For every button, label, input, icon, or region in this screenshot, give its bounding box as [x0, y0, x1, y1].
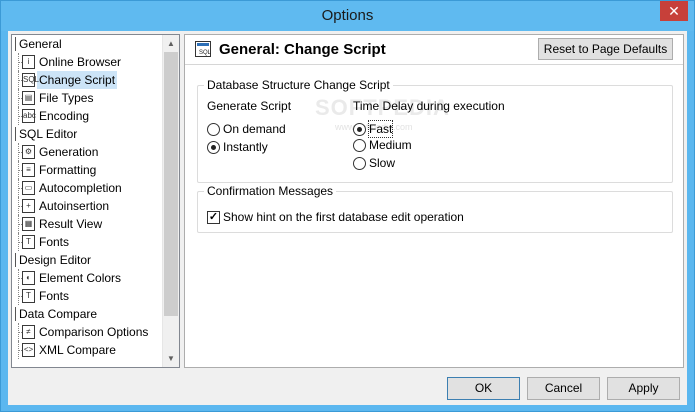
tree-item[interactable]: T Fonts	[12, 233, 162, 251]
radio-slow[interactable]: Slow	[353, 155, 395, 171]
close-button[interactable]: ✕	[660, 1, 688, 21]
change-script-icon: SQL	[22, 73, 39, 87]
tree-item-label: Encoding	[39, 109, 90, 123]
radio-on-demand[interactable]: On demand	[207, 121, 286, 137]
tree-item-label: Autocompletion	[39, 181, 122, 195]
formatting-icon: ≡	[22, 163, 35, 177]
radio-button-icon	[353, 157, 366, 170]
fonts-icon: T	[22, 235, 35, 249]
confirmation-messages-label: Confirmation Messages	[204, 184, 337, 198]
radio-label: Instantly	[223, 140, 268, 154]
tree-item-label: Fonts	[39, 235, 70, 249]
tree-item[interactable]: abc Encoding	[12, 107, 162, 125]
scroll-up-arrow-icon[interactable]: ▲	[163, 35, 179, 52]
tree-item[interactable]: ≠ Comparison Options	[12, 323, 162, 341]
time-delay-label: Time Delay during execution	[353, 99, 505, 113]
reset-to-defaults-button[interactable]: Reset to Page Defaults	[538, 38, 673, 60]
panel-title: General: Change Script	[219, 41, 386, 58]
online-browser-icon: i	[22, 55, 35, 69]
tree-item-label: Fonts	[39, 289, 70, 303]
tree-item-label: Element Colors	[39, 271, 122, 285]
tree-item[interactable]: <> XML Compare	[12, 341, 162, 359]
tree-item[interactable]: ▦ Result View	[12, 215, 162, 233]
show-hint-label: Show hint on the first database edit ope…	[223, 210, 464, 224]
result-view-icon: ▦	[22, 217, 35, 231]
settings-panel: SQL General: Change Script Reset to Page…	[184, 34, 684, 368]
tree-item-label: General	[19, 37, 62, 51]
tree-scrollbar[interactable]: ▲ ▼	[162, 35, 179, 367]
options-tree: General i Online Browser SQL Change Script ▤ F…	[11, 34, 180, 368]
radio-instantly[interactable]: Instantly	[207, 139, 268, 155]
radio-medium[interactable]: Medium	[353, 137, 412, 153]
scroll-thumb[interactable]	[164, 52, 178, 316]
radio-button-icon	[207, 141, 220, 154]
tree-item-label: Design Editor	[19, 253, 92, 267]
tree-item-label: XML Compare	[39, 343, 116, 357]
tree-category[interactable]: Data Compare	[12, 305, 162, 323]
tree-category-marker	[15, 127, 16, 141]
comparison-options-icon: ≠	[22, 325, 35, 339]
fonts-icon: T	[22, 289, 35, 303]
radio-button-icon	[353, 139, 366, 152]
tree-item[interactable]: ▤ File Types	[12, 89, 162, 107]
change-script-icon: SQL	[195, 41, 211, 57]
autocompletion-icon: ▭	[22, 181, 35, 195]
tree-item-label: Online Browser	[39, 55, 122, 69]
change-script-group-label: Database Structure Change Script	[204, 78, 393, 92]
radio-label: Fast	[367, 120, 394, 138]
tree-item-label: SQL Editor	[19, 127, 78, 141]
tree-category[interactable]: General	[12, 35, 162, 53]
radio-label: Slow	[369, 156, 396, 170]
generation-icon: ⚙	[22, 145, 35, 159]
title-bar: Options ✕	[1, 1, 694, 31]
scroll-down-arrow-icon[interactable]: ▼	[163, 350, 179, 367]
cancel-button[interactable]: Cancel	[527, 377, 600, 400]
generate-script-label: Generate Script	[207, 99, 292, 113]
tree-category[interactable]: SQL Editor	[12, 125, 162, 143]
radio-label: On demand	[223, 122, 286, 136]
radio-fast[interactable]: Fast	[353, 120, 394, 138]
show-hint-checkbox[interactable]: ✓ Show hint on the first database edit o…	[207, 209, 464, 225]
confirmation-messages-group: Confirmation Messages ✓ Show hint on the…	[197, 184, 673, 233]
radio-button-icon	[353, 123, 366, 136]
tree-item[interactable]: ≡ Formatting	[12, 161, 162, 179]
dialog-client-area: General i Online Browser SQL Change Script ▤ F…	[8, 31, 687, 405]
apply-button[interactable]: Apply	[607, 377, 680, 400]
tree-category-marker	[15, 37, 16, 51]
tree-item[interactable]: ⚙ Generation	[12, 143, 162, 161]
tree-item[interactable]: ▭ Autocompletion	[12, 179, 162, 197]
tree-category[interactable]: Design Editor	[12, 251, 162, 269]
radio-label: Medium	[369, 138, 412, 152]
window-title: Options	[321, 7, 374, 24]
options-window: Options ✕ General i Online Browser SQL Chang…	[0, 0, 695, 412]
change-script-group: Database Structure Change Script Generat…	[197, 78, 673, 183]
encoding-icon: abc	[22, 109, 36, 123]
tree-item-label: Comparison Options	[39, 325, 149, 339]
ok-button[interactable]: OK	[447, 377, 520, 400]
tree-item[interactable]: SQL Change Script	[12, 71, 162, 89]
radio-button-icon	[207, 123, 220, 136]
tree-item-label: Autoinsertion	[39, 199, 110, 213]
tree-item-label: Generation	[39, 145, 99, 159]
tree-item[interactable]: i Online Browser	[12, 53, 162, 71]
tree-item-label: Result View	[39, 217, 103, 231]
file-types-icon: ▤	[22, 91, 35, 105]
tree-item-label: Data Compare	[19, 307, 98, 321]
tree-item-label: File Types	[39, 91, 94, 105]
checkbox-check-icon: ✓	[207, 211, 220, 224]
autoinsertion-icon: +	[22, 199, 35, 213]
tree-item-label: Change Script	[37, 71, 118, 89]
panel-header: SQL General: Change Script Reset to Page…	[185, 35, 683, 65]
element-colors-icon: ◐	[22, 271, 35, 285]
tree-item[interactable]: ◐ Element Colors	[12, 269, 162, 287]
tree-item[interactable]: + Autoinsertion	[12, 197, 162, 215]
xml-compare-icon: <>	[22, 343, 35, 357]
options-tree-list: General i Online Browser SQL Change Script ▤ F…	[12, 35, 162, 359]
tree-category-marker	[15, 253, 16, 267]
tree-item[interactable]: T Fonts	[12, 287, 162, 305]
tree-category-marker	[15, 307, 16, 321]
tree-item-label: Formatting	[39, 163, 97, 177]
